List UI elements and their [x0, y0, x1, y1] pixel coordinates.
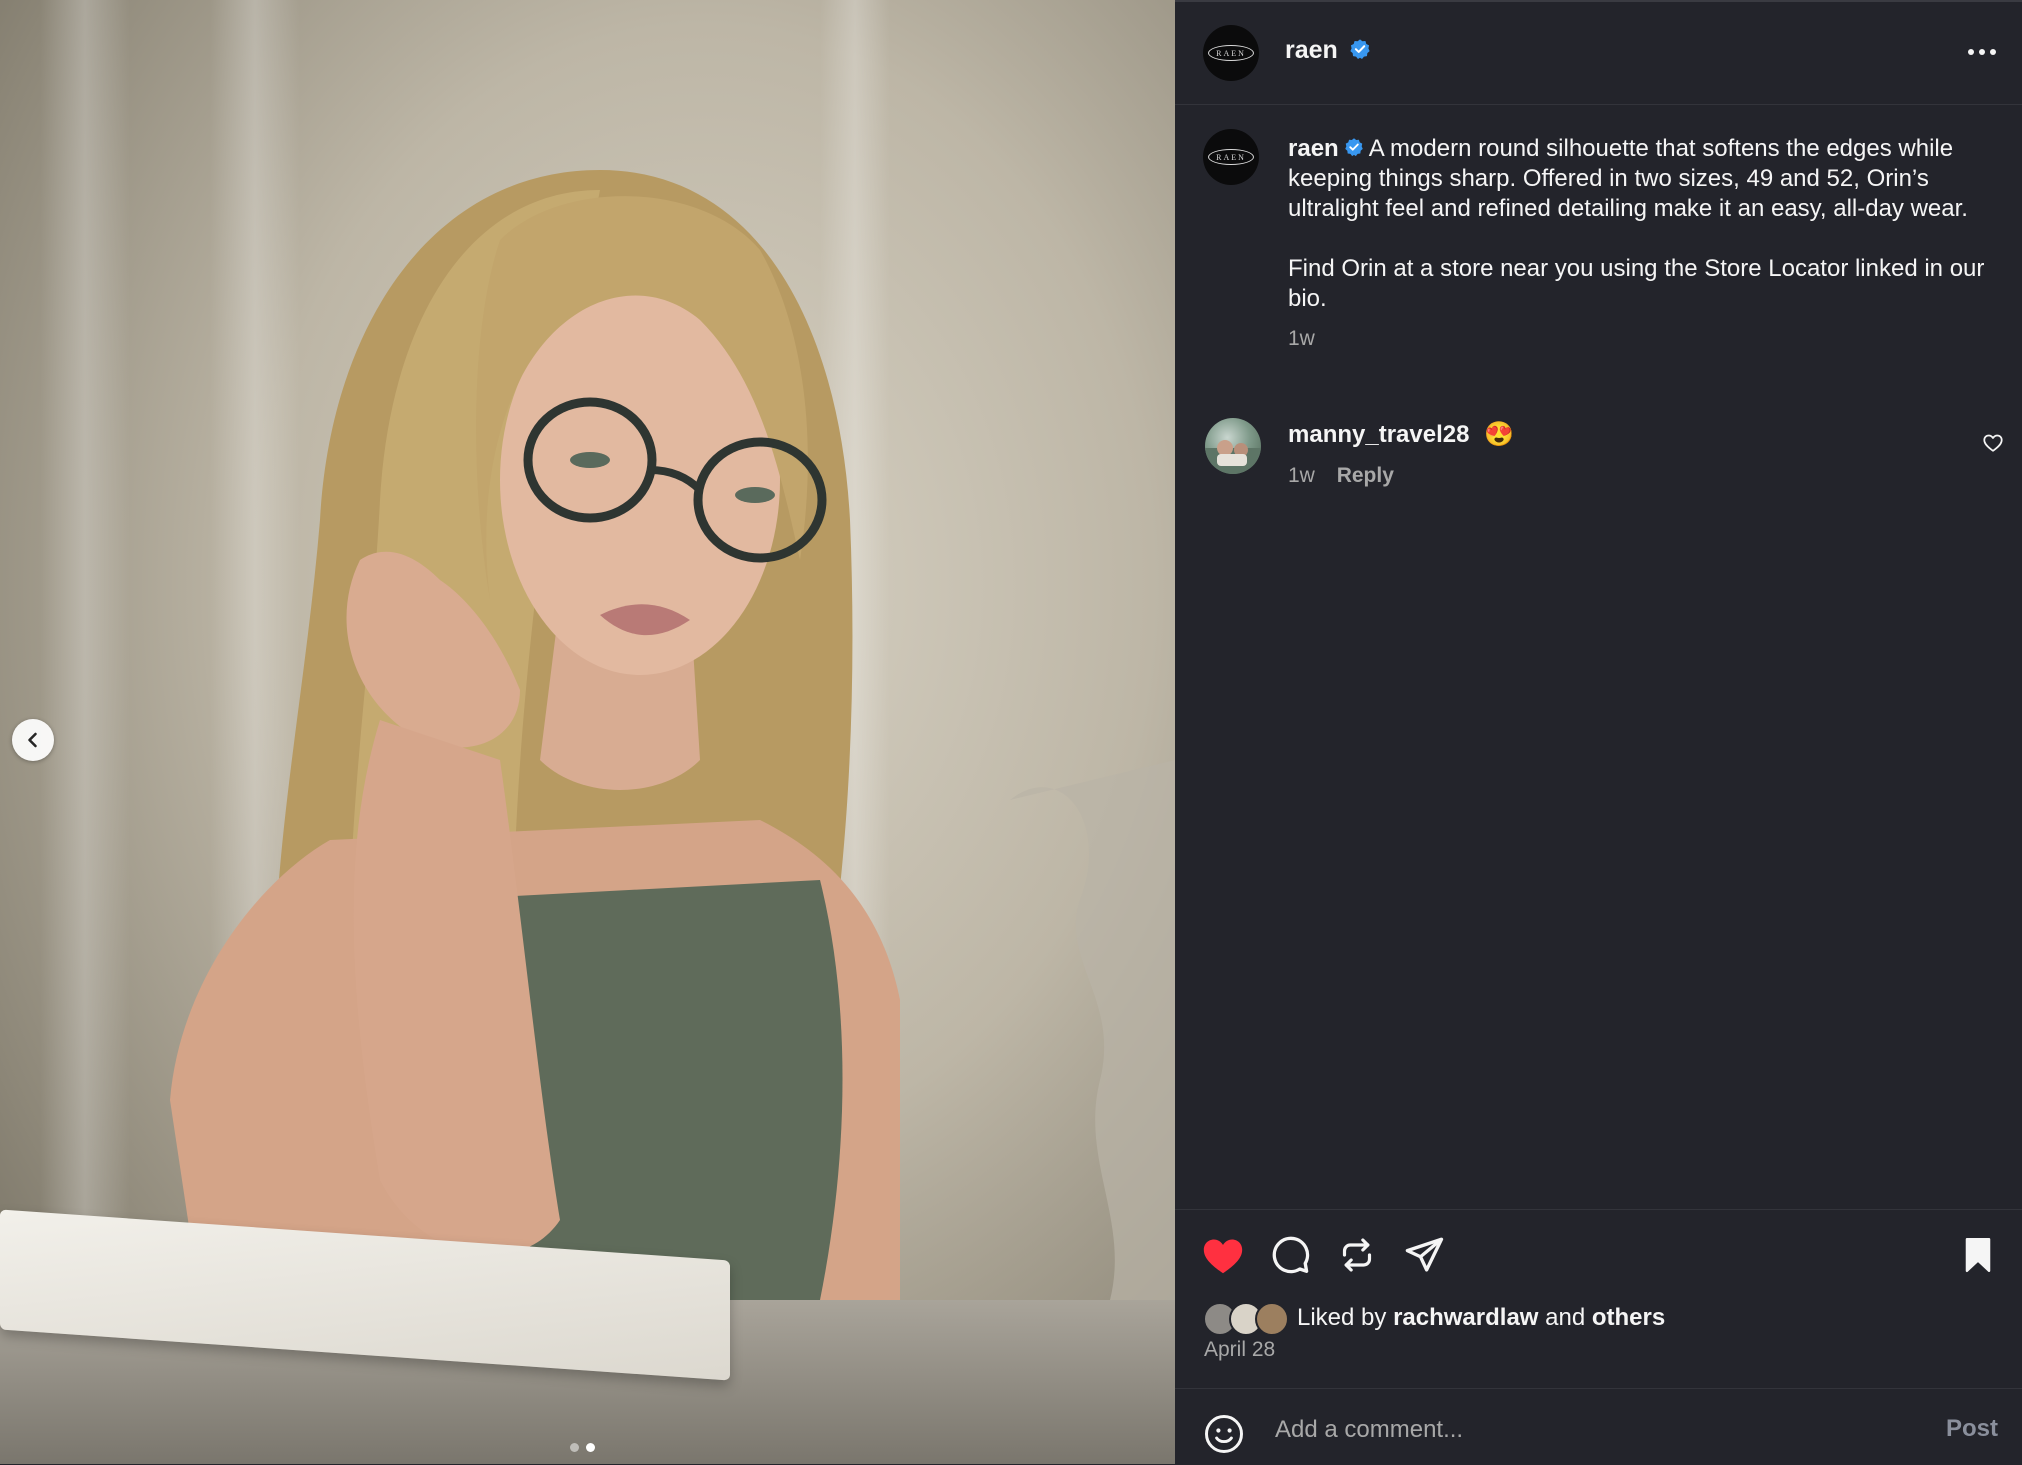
- paper-plane-icon: [1405, 1237, 1444, 1272]
- raen-logo: RAEN: [1208, 45, 1254, 61]
- raen-logo: RAEN: [1208, 149, 1254, 165]
- author-row: raen: [1285, 36, 1371, 65]
- heart-icon: [1203, 1239, 1243, 1274]
- liker-avatars[interactable]: [1203, 1302, 1289, 1336]
- comment-input[interactable]: [1273, 1411, 1877, 1449]
- repost-icon: [1342, 1238, 1372, 1272]
- previous-slide-button[interactable]: [12, 719, 54, 761]
- like-button[interactable]: [1201, 1234, 1245, 1281]
- comment-item: manny_travel28 😍 1w Reply: [1175, 416, 2022, 496]
- carousel-indicator: [570, 1443, 595, 1452]
- emoji-icon: [1205, 1415, 1243, 1453]
- likes-prefix: Liked by: [1297, 1304, 1387, 1331]
- comment-username[interactable]: manny_travel28: [1288, 421, 1469, 448]
- emoji-button[interactable]: [1203, 1413, 1245, 1460]
- author-avatar[interactable]: RAEN: [1203, 25, 1259, 81]
- caption-username[interactable]: raen: [1288, 135, 1339, 162]
- comment-timestamp[interactable]: 1w: [1288, 464, 1315, 487]
- caption-text: raen A modern round silhouette that soft…: [1288, 134, 1988, 354]
- post-comment-button[interactable]: Post: [1946, 1415, 1998, 1443]
- post-media: [0, 0, 1175, 1464]
- action-bar: [1175, 1209, 2022, 1290]
- comment-like-button[interactable]: [1982, 432, 2004, 459]
- comment-meta: 1w Reply: [1288, 464, 1394, 488]
- verified-badge-icon: [1344, 138, 1363, 157]
- carousel-dot: [570, 1443, 579, 1452]
- post-details-panel: RAEN raen RAEN raen A modern round silho…: [1175, 0, 2022, 1464]
- more-options-button[interactable]: [1962, 38, 2002, 66]
- caption-author-avatar[interactable]: RAEN: [1203, 129, 1259, 185]
- caption-paragraph: Find Orin at a store near you using the …: [1288, 255, 1985, 312]
- author-username[interactable]: raen: [1285, 36, 1338, 64]
- commenter-avatar-image: [1205, 440, 1261, 474]
- verified-badge-icon: [1350, 39, 1370, 59]
- likes-joiner: and: [1545, 1304, 1586, 1331]
- liker-avatar: [1255, 1302, 1289, 1336]
- more-options-icon: [1968, 49, 1996, 55]
- save-button[interactable]: [1961, 1236, 1995, 1279]
- share-button[interactable]: [1403, 1234, 1445, 1281]
- caption-body: A modern round silhouette that softens t…: [1288, 135, 1968, 222]
- comment-composer: Post: [1175, 1388, 2022, 1465]
- likes-summary: Liked by rachwardlaw and others: [1203, 1302, 1665, 1336]
- caption-paragraph: raen A modern round silhouette that soft…: [1288, 134, 1988, 224]
- likes-others-link[interactable]: others: [1592, 1304, 1665, 1332]
- comment-line: manny_travel28 😍: [1288, 420, 1514, 449]
- commenter-avatar[interactable]: [1205, 418, 1261, 474]
- comment-bubble-icon: [1272, 1236, 1310, 1274]
- comment-text: 😍: [1484, 421, 1515, 448]
- caption-timestamp[interactable]: 1w: [1288, 324, 1988, 354]
- heart-outline-icon: [1983, 434, 2003, 452]
- carousel-dot-active: [586, 1443, 595, 1452]
- repost-button[interactable]: [1337, 1234, 1377, 1281]
- chevron-left-icon: [28, 732, 37, 748]
- post-header: RAEN raen: [1175, 0, 2022, 105]
- bookmark-icon: [1965, 1237, 1991, 1273]
- reply-button[interactable]: Reply: [1337, 464, 1394, 487]
- post-date[interactable]: April 28: [1204, 1338, 1275, 1362]
- liker-username[interactable]: rachwardlaw: [1393, 1304, 1538, 1332]
- comment-button[interactable]: [1269, 1234, 1311, 1281]
